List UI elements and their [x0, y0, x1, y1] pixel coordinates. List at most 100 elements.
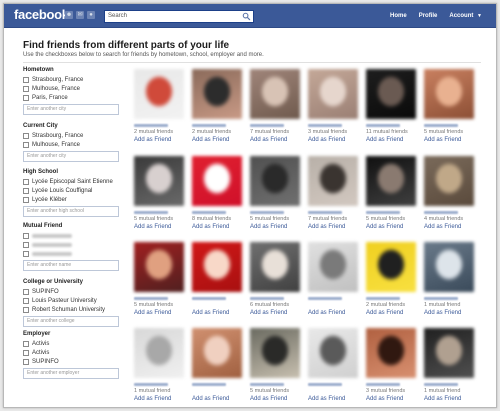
filter-option[interactable]: SUPINFO — [23, 357, 125, 366]
filter-add-input[interactable]: Enter another college — [23, 316, 119, 327]
add-as-friend-link[interactable]: Add as Friend — [308, 395, 360, 403]
friend-requests-icon[interactable]: ☻ — [65, 11, 73, 19]
add-as-friend-link[interactable]: Add as Friend — [308, 223, 360, 231]
blurred-person-name[interactable] — [192, 383, 226, 386]
profile-photo[interactable] — [366, 156, 416, 206]
facebook-logo[interactable]: facebook — [14, 7, 69, 22]
profile-photo[interactable] — [250, 242, 300, 292]
filter-checkbox[interactable] — [23, 288, 29, 295]
add-as-friend-link[interactable]: Add as Friend — [366, 223, 418, 231]
notifications-icon[interactable]: ● — [87, 11, 95, 19]
profile-photo[interactable] — [250, 328, 300, 378]
profile-photo[interactable] — [308, 328, 358, 378]
filter-option[interactable]: SUPINFO — [23, 287, 125, 296]
profile-photo[interactable] — [424, 156, 474, 206]
profile-photo[interactable] — [366, 242, 416, 292]
add-as-friend-link[interactable]: Add as Friend — [192, 395, 244, 403]
blurred-person-name[interactable] — [424, 211, 458, 214]
blurred-person-name[interactable] — [424, 297, 458, 300]
filter-option[interactable]: Mulhouse, France — [23, 140, 125, 149]
profile-photo[interactable] — [192, 156, 242, 206]
profile-photo[interactable] — [424, 69, 474, 119]
filter-option[interactable]: Robert Schuman University — [23, 305, 125, 314]
add-as-friend-link[interactable]: Add as Friend — [250, 223, 302, 231]
filter-option[interactable] — [23, 249, 125, 258]
blurred-person-name[interactable] — [366, 297, 400, 300]
blurred-person-name[interactable] — [366, 383, 400, 386]
add-as-friend-link[interactable]: Add as Friend — [366, 136, 418, 144]
add-as-friend-link[interactable]: Add as Friend — [308, 309, 360, 317]
blurred-person-name[interactable] — [250, 297, 284, 300]
filter-checkbox[interactable] — [23, 196, 29, 203]
profile-photo[interactable] — [134, 328, 184, 378]
filter-option[interactable]: Lycée Episcopal Saint Etienne — [23, 177, 125, 186]
blurred-person-name[interactable] — [366, 211, 400, 214]
add-as-friend-link[interactable]: Add as Friend — [366, 395, 418, 403]
add-as-friend-link[interactable]: Add as Friend — [366, 309, 418, 317]
profile-photo[interactable] — [308, 242, 358, 292]
profile-photo[interactable] — [192, 69, 242, 119]
blurred-person-name[interactable] — [250, 124, 284, 127]
filter-option[interactable]: Mulhouse, France — [23, 84, 125, 93]
messages-icon[interactable]: ✉ — [76, 11, 84, 19]
blurred-person-name[interactable] — [192, 297, 226, 300]
profile-photo[interactable] — [424, 328, 474, 378]
add-as-friend-link[interactable]: Add as Friend — [424, 136, 476, 144]
search-input[interactable]: Search — [104, 10, 254, 23]
add-as-friend-link[interactable]: Add as Friend — [308, 136, 360, 144]
filter-checkbox[interactable] — [23, 76, 29, 83]
blurred-person-name[interactable] — [134, 211, 168, 214]
filter-option[interactable]: Strasbourg, France — [23, 131, 125, 140]
profile-photo[interactable] — [134, 242, 184, 292]
profile-photo[interactable] — [308, 69, 358, 119]
filter-checkbox[interactable] — [23, 241, 29, 248]
blurred-person-name[interactable] — [192, 211, 226, 214]
filter-option[interactable]: Louis Pasteur University — [23, 296, 125, 305]
blurred-person-name[interactable] — [250, 211, 284, 214]
filter-add-input[interactable]: Enter another name — [23, 260, 119, 271]
blurred-person-name[interactable] — [134, 297, 168, 300]
filter-add-input[interactable]: Enter another high school — [23, 206, 119, 217]
blurred-person-name[interactable] — [134, 383, 168, 386]
filter-option[interactable]: Lycée Kléber — [23, 195, 125, 204]
profile-photo[interactable] — [192, 328, 242, 378]
add-as-friend-link[interactable]: Add as Friend — [424, 223, 476, 231]
add-as-friend-link[interactable]: Add as Friend — [192, 136, 244, 144]
filter-checkbox[interactable] — [23, 94, 29, 101]
add-as-friend-link[interactable]: Add as Friend — [424, 395, 476, 403]
add-as-friend-link[interactable]: Add as Friend — [250, 395, 302, 403]
add-as-friend-link[interactable]: Add as Friend — [424, 309, 476, 317]
add-as-friend-link[interactable]: Add as Friend — [134, 395, 186, 403]
filter-add-input[interactable]: Enter another city — [23, 104, 119, 115]
filter-option[interactable]: Lycée Louis Couffignal — [23, 186, 125, 195]
filter-checkbox[interactable] — [23, 178, 29, 185]
profile-photo[interactable] — [424, 242, 474, 292]
profile-photo[interactable] — [250, 156, 300, 206]
filter-checkbox[interactable] — [23, 297, 29, 304]
profile-photo[interactable] — [366, 328, 416, 378]
filter-add-input[interactable]: Enter another city — [23, 151, 119, 162]
filter-checkbox[interactable] — [23, 250, 29, 257]
blurred-person-name[interactable] — [366, 124, 400, 127]
filter-checkbox[interactable] — [23, 232, 29, 239]
blurred-person-name[interactable] — [192, 124, 226, 127]
nav-profile[interactable]: Profile — [413, 4, 444, 28]
filter-option[interactable] — [23, 231, 125, 240]
profile-photo[interactable] — [250, 69, 300, 119]
profile-photo[interactable] — [134, 156, 184, 206]
filter-option[interactable]: Activis — [23, 339, 125, 348]
nav-home[interactable]: Home — [384, 4, 413, 28]
add-as-friend-link[interactable]: Add as Friend — [134, 223, 186, 231]
filter-checkbox[interactable] — [23, 85, 29, 92]
filter-option[interactable] — [23, 240, 125, 249]
filter-checkbox[interactable] — [23, 349, 29, 356]
add-as-friend-link[interactable]: Add as Friend — [250, 309, 302, 317]
add-as-friend-link[interactable]: Add as Friend — [250, 136, 302, 144]
filter-checkbox[interactable] — [23, 141, 29, 148]
filter-checkbox[interactable] — [23, 306, 29, 313]
blurred-person-name[interactable] — [424, 383, 458, 386]
profile-photo[interactable] — [308, 156, 358, 206]
filter-add-input[interactable]: Enter another employer — [23, 368, 119, 379]
add-as-friend-link[interactable]: Add as Friend — [192, 309, 244, 317]
filter-checkbox[interactable] — [23, 340, 29, 347]
